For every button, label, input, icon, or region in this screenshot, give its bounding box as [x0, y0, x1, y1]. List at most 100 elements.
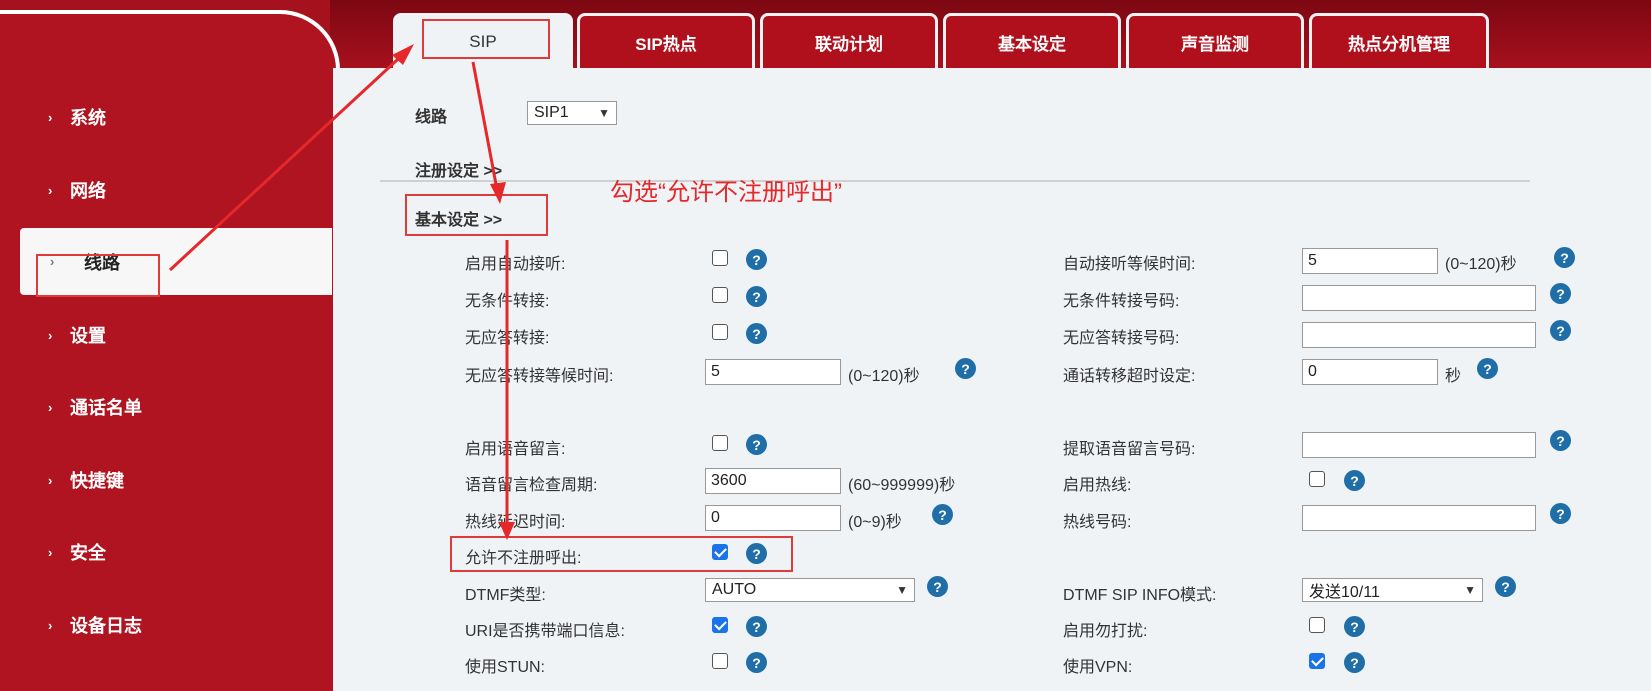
- help-icon[interactable]: ?: [746, 323, 767, 344]
- sidebar-item-shortcut-keys[interactable]: › 快捷键: [0, 445, 332, 515]
- hotline-delay-unit: (0~9)秒: [848, 514, 902, 531]
- help-icon[interactable]: ?: [1344, 470, 1365, 491]
- line-label: 线路: [415, 109, 448, 126]
- register-settings-link[interactable]: 注册设定 >>: [415, 157, 502, 181]
- sidebar-item-device-log[interactable]: › 设备日志: [0, 590, 332, 660]
- no-answer-forward-checkbox[interactable]: [712, 324, 728, 340]
- sidebar-item-label: 系统: [70, 108, 106, 128]
- sidebar-item-label: 快捷键: [70, 471, 124, 491]
- help-icon[interactable]: ?: [746, 652, 767, 673]
- auto-answer-wait-unit: (0~120)秒: [1445, 256, 1517, 273]
- call-transfer-timeout-input[interactable]: [1302, 359, 1438, 385]
- help-icon[interactable]: ?: [1344, 616, 1365, 637]
- sidebar-item-label: 设备日志: [70, 616, 142, 636]
- help-icon[interactable]: ?: [1550, 430, 1571, 451]
- auto-answer-wait-label: 自动接听等候时间:: [1063, 256, 1196, 273]
- help-icon[interactable]: ?: [746, 286, 767, 307]
- help-icon[interactable]: ?: [1495, 576, 1516, 597]
- hotline-number-label: 热线号码:: [1063, 514, 1132, 531]
- help-icon[interactable]: ?: [932, 504, 953, 525]
- help-icon[interactable]: ?: [1550, 320, 1571, 341]
- chevron-right-icon: ›: [48, 109, 53, 125]
- no-answer-forward-number-input[interactable]: [1302, 322, 1536, 348]
- help-icon[interactable]: ?: [955, 358, 976, 379]
- sidebar-item-settings[interactable]: › 设置: [0, 300, 332, 370]
- dtmf-type-select[interactable]: AUTO ▼: [705, 578, 915, 602]
- line-select-value: SIP1: [534, 104, 569, 121]
- sidebar-item-system[interactable]: › 系统: [0, 82, 332, 152]
- no-answer-forward-number-label: 无应答转接号码:: [1063, 330, 1180, 347]
- chevron-right-icon: ›: [48, 544, 53, 560]
- highlight-box-sip-tab: [422, 19, 550, 59]
- help-icon[interactable]: ?: [746, 616, 767, 637]
- dnd-label: 启用勿打扰:: [1063, 623, 1148, 640]
- tab-sound-monitor[interactable]: 声音监测: [1126, 13, 1304, 68]
- help-icon[interactable]: ?: [927, 576, 948, 597]
- voicemail-check-input[interactable]: [705, 468, 841, 494]
- highlight-box-line-nav: [36, 254, 160, 297]
- dnd-checkbox[interactable]: [1309, 617, 1325, 633]
- hotline-checkbox[interactable]: [1309, 471, 1325, 487]
- sidebar-item-label: 安全: [70, 543, 106, 563]
- hotline-number-input[interactable]: [1302, 505, 1536, 531]
- voicemail-label: 启用语音留言:: [465, 441, 566, 458]
- highlight-box-allow-unregistered: [450, 536, 793, 572]
- stun-label: 使用STUN:: [465, 659, 546, 676]
- auto-answer-wait-input[interactable]: [1302, 248, 1438, 274]
- dtmf-type-label: DTMF类型:: [465, 587, 546, 604]
- vpn-checkbox[interactable]: [1309, 653, 1325, 669]
- line-select[interactable]: SIP1 ▼: [527, 101, 617, 125]
- sidebar: › 系统 › 网络 › 线路 › 设置 › 通话名单 › 快捷键 › 安全 › 设备日志: [0, 0, 340, 691]
- stun-checkbox[interactable]: [712, 653, 728, 669]
- uri-port-checkbox[interactable]: [712, 617, 728, 633]
- chevron-right-icon: ›: [48, 327, 53, 343]
- sidebar-item-network[interactable]: › 网络: [0, 155, 332, 225]
- help-icon[interactable]: ?: [1550, 503, 1571, 524]
- tab-hotspot-extension[interactable]: 热点分机管理: [1309, 13, 1489, 68]
- voicemail-check-label: 语音留言检查周期:: [465, 477, 598, 494]
- help-icon[interactable]: ?: [1550, 283, 1571, 304]
- chevron-right-icon: ›: [48, 399, 53, 415]
- voicemail-checkbox[interactable]: [712, 435, 728, 451]
- uri-port-label: URI是否携带端口信息:: [465, 623, 626, 640]
- chevron-down-icon: ▼: [896, 583, 908, 597]
- help-icon[interactable]: ?: [1554, 247, 1575, 268]
- no-answer-forward-label: 无应答转接:: [465, 330, 550, 347]
- vpn-label: 使用VPN:: [1063, 659, 1133, 676]
- sidebar-item-label: 通话名单: [70, 398, 142, 418]
- help-icon[interactable]: ?: [746, 249, 767, 270]
- sidebar-item-call-list[interactable]: › 通话名单: [0, 372, 332, 442]
- chevron-right-icon: ›: [48, 617, 53, 633]
- unconditional-forward-number-input[interactable]: [1302, 285, 1536, 311]
- no-answer-forward-wait-unit: (0~120)秒: [848, 368, 920, 385]
- no-answer-forward-wait-input[interactable]: [705, 359, 841, 385]
- chevron-down-icon: ▼: [1464, 583, 1476, 597]
- dtmf-sip-info-select[interactable]: 发送10/11 ▼: [1302, 578, 1483, 602]
- unconditional-forward-checkbox[interactable]: [712, 287, 728, 303]
- highlight-box-basic-settings: [405, 194, 548, 236]
- voicemail-number-label: 提取语音留言号码:: [1063, 441, 1196, 458]
- divider: [380, 180, 1530, 182]
- dtmf-sip-info-label: DTMF SIP INFO模式:: [1063, 587, 1217, 604]
- no-answer-forward-wait-label: 无应答转接等候时间:: [465, 368, 614, 385]
- help-icon[interactable]: ?: [746, 434, 767, 455]
- chevron-right-icon: ›: [48, 472, 53, 488]
- help-icon[interactable]: ?: [1344, 652, 1365, 673]
- dtmf-sip-info-value: 发送10/11: [1309, 584, 1380, 601]
- auto-answer-checkbox[interactable]: [712, 250, 728, 266]
- help-icon[interactable]: ?: [1477, 358, 1498, 379]
- hotline-delay-input[interactable]: [705, 505, 841, 531]
- dtmf-type-value: AUTO: [712, 581, 757, 598]
- chevron-right-icon: ›: [48, 182, 53, 198]
- voicemail-check-unit: (60~999999)秒: [848, 477, 956, 494]
- hotline-delay-label: 热线延迟时间:: [465, 514, 566, 531]
- voicemail-number-input[interactable]: [1302, 432, 1536, 458]
- tab-linkage-plan[interactable]: 联动计划: [760, 13, 938, 68]
- hotline-label: 启用热线:: [1063, 477, 1132, 494]
- call-transfer-timeout-label: 通话转移超时设定:: [1063, 368, 1196, 385]
- tab-sip-hotspot[interactable]: SIP热点: [577, 13, 755, 68]
- auto-answer-label: 启用自动接听:: [465, 256, 566, 273]
- sidebar-item-security[interactable]: › 安全: [0, 517, 332, 587]
- unconditional-forward-label: 无条件转接:: [465, 293, 550, 310]
- tab-basic-settings[interactable]: 基本设定: [943, 13, 1121, 68]
